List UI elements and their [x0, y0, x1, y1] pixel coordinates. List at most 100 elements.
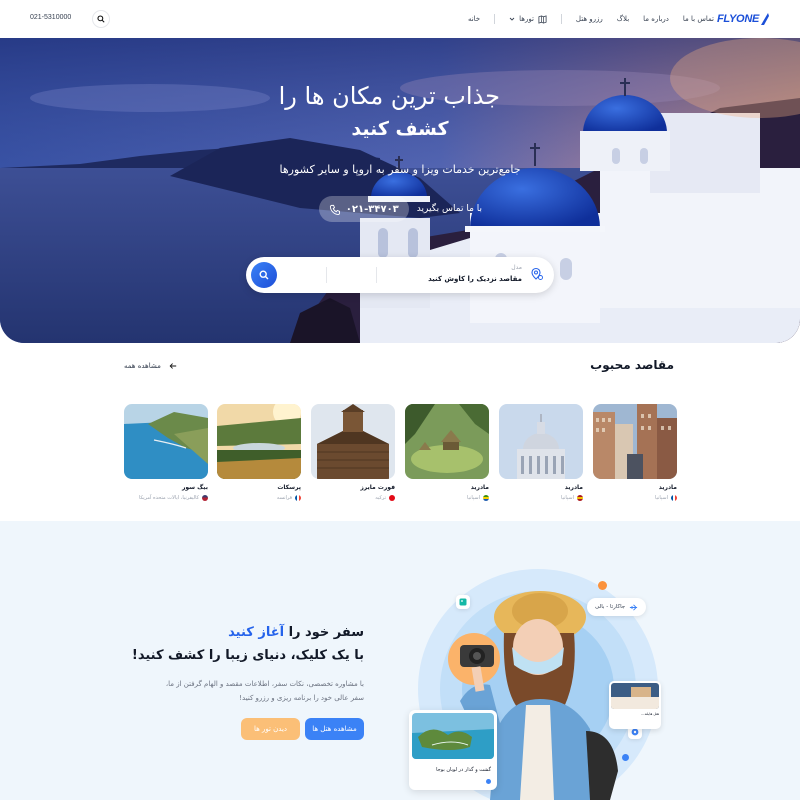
- search-icon: [97, 15, 105, 23]
- nav-blog[interactable]: بلاگ: [617, 15, 629, 23]
- contact-phone-button[interactable]: ۰۲۱-۳۴۷۰۳: [318, 196, 409, 222]
- hotel-mini-photo: [611, 683, 659, 709]
- destination-photo: [124, 404, 208, 479]
- pin-icon: [631, 728, 639, 736]
- view-tours-button[interactable]: دیدن تور ها: [241, 718, 300, 740]
- hero-title: جذاب ترین مکان ها را: [278, 82, 500, 110]
- nav-hotel-label: رزرو هتل: [575, 15, 603, 23]
- location-search-icon: [531, 267, 543, 280]
- destination-photo: [593, 404, 677, 479]
- logo-text: FLYONE: [717, 13, 759, 25]
- search-field-value[interactable]: مقاصد نزدیک را کاوش کنید: [428, 275, 522, 283]
- nav-divider: [494, 14, 496, 24]
- destination-country: اسپانیا: [593, 495, 677, 501]
- destination-card[interactable]: مادرید اسپانیا: [499, 404, 583, 501]
- destination-country-label: فرانسه: [276, 495, 292, 501]
- nav-about[interactable]: درباره ما: [643, 15, 669, 23]
- destination-search-bar[interactable]: مدل مقاصد نزدیک را کاوش کنید: [246, 257, 554, 293]
- route-chip-label: جاکارتا - بالی: [595, 604, 626, 610]
- destination-photo: [499, 404, 583, 479]
- hero-title-highlight: کشف کنید: [351, 118, 449, 140]
- destination-country-label: اسپانیا: [466, 495, 480, 501]
- destination-photo: [405, 404, 489, 479]
- destination-country-label: اسپانیا: [560, 495, 574, 501]
- search-divider: [326, 267, 327, 283]
- chevron-down-icon: [509, 17, 515, 21]
- promo-title: سفر خود را آغاز کنید: [228, 625, 364, 640]
- nav-about-label: درباره ما: [643, 15, 669, 23]
- airplane-icon: [630, 603, 638, 611]
- logo-mark-icon: [761, 13, 769, 25]
- tour-card-title: گشت و گذار در لوبان بوجا: [436, 767, 491, 773]
- nav-home[interactable]: خانه: [468, 15, 480, 23]
- destination-card[interactable]: مادرید اسپانیا: [405, 404, 489, 501]
- promo-title-start: سفر خود را: [284, 625, 364, 640]
- gallery-badge: [456, 595, 470, 609]
- destination-card[interactable]: مادرید اسپانیا: [593, 404, 677, 501]
- destination-name: مادرید: [470, 484, 489, 491]
- hero-contact: با ما تماس بگیرید ۰۲۱-۳۴۷۰۳: [316, 195, 482, 223]
- destination-card[interactable]: پرسکات فرانسه: [217, 404, 301, 501]
- nav-tours-label: تورها: [519, 15, 534, 23]
- phone-icon: [329, 204, 340, 215]
- flag-icon: [389, 495, 395, 501]
- popular-section-title: مقاصد محبوب: [590, 358, 674, 372]
- destination-country: کالیفرنیا، ایالات متحده آمریکا: [124, 495, 208, 501]
- flag-icon: [577, 495, 583, 501]
- promo-title-line2: با یک کلیک، دنیای زیبا را کشف کنید!: [131, 648, 364, 663]
- nav-contact-label: تماس با ما: [682, 15, 714, 23]
- destination-name: پرسکات: [277, 484, 301, 491]
- hotel-mini-title: هتل هایلند...: [641, 712, 659, 716]
- nav-divider: [560, 14, 562, 24]
- flag-icon: [483, 495, 489, 501]
- destination-country-label: کالیفرنیا، ایالات متحده آمریکا: [138, 495, 199, 501]
- tour-card-photo: [412, 713, 494, 759]
- brand-logo[interactable]: FLYONE: [717, 11, 770, 27]
- promo-section: جاکارتا - بالی هتل هایلند... گشت و گذار …: [0, 521, 800, 800]
- nav-blog-label: بلاگ: [616, 15, 630, 23]
- destination-name: مادرید: [658, 484, 677, 491]
- destination-name: فورت مایرز: [360, 484, 395, 491]
- search-submit-button[interactable]: [251, 262, 277, 288]
- header-phone[interactable]: 021-5310000: [30, 14, 71, 21]
- destination-photo: [311, 404, 395, 479]
- main-nav: خانه تورها رزرو هتل بلاگ درباره ما تماس …: [468, 12, 714, 26]
- flag-icon: [671, 495, 677, 501]
- view-all-link[interactable]: مشاهده همه: [124, 359, 180, 373]
- promo-title-accent: آغاز کنید: [228, 625, 285, 640]
- nav-home-label: خانه: [467, 15, 481, 23]
- hero-subtitle: جامع‌ترین خدمات ویزا و سفر به اروپا و سا…: [279, 163, 521, 176]
- nav-hotel[interactable]: رزرو هتل: [576, 15, 603, 23]
- nav-contact[interactable]: تماس با ما: [683, 15, 714, 23]
- route-chip[interactable]: جاکارتا - بالی: [587, 598, 647, 616]
- tour-card[interactable]: گشت و گذار در لوبان بوجا: [409, 710, 497, 790]
- location-pin-icon: [486, 779, 491, 784]
- destination-card[interactable]: فورت مایرز ترکیه: [311, 404, 395, 501]
- destination-country: ترکیه: [311, 495, 395, 501]
- search-field-label: مدل: [511, 264, 522, 271]
- nav-tours[interactable]: تورها: [509, 14, 547, 24]
- destination-country: اسپانیا: [405, 495, 489, 501]
- header-search-button[interactable]: [92, 10, 110, 28]
- flag-icon: [295, 495, 301, 501]
- hero-banner: جذاب ترین مکان ها را کشف کنید جامع‌ترین …: [0, 38, 800, 343]
- contact-label: با ما تماس بگیرید: [416, 204, 482, 214]
- contact-phone-number: ۰۲۱-۳۴۷۰۳: [345, 203, 399, 215]
- destination-country-label: اسپانیا: [654, 495, 668, 501]
- promo-description: با مشاوره تخصصی، نکات سفر، اطلاعات مقصد …: [165, 680, 364, 702]
- view-hotels-button[interactable]: مشاهده هتل ها: [305, 718, 364, 740]
- map-icon: [538, 14, 547, 24]
- search-divider: [376, 267, 377, 283]
- flag-icon: [202, 495, 208, 501]
- destination-name: بیگ سور: [181, 484, 208, 491]
- destination-name: مادرید: [564, 484, 583, 491]
- hotel-mini-card[interactable]: هتل هایلند...: [609, 681, 661, 729]
- destination-card[interactable]: بیگ سور کالیفرنیا، ایالات متحده آمریکا: [124, 404, 208, 501]
- view-all-label: مشاهده همه: [124, 362, 161, 370]
- destination-country: فرانسه: [217, 495, 301, 501]
- destination-country: اسپانیا: [499, 495, 583, 501]
- destination-country-label: ترکیه: [375, 495, 386, 501]
- destination-photo: [217, 404, 301, 479]
- image-icon: [459, 598, 467, 606]
- site-header: FLYONE خانه تورها رزرو هتل بلاگ درباره م…: [0, 0, 800, 38]
